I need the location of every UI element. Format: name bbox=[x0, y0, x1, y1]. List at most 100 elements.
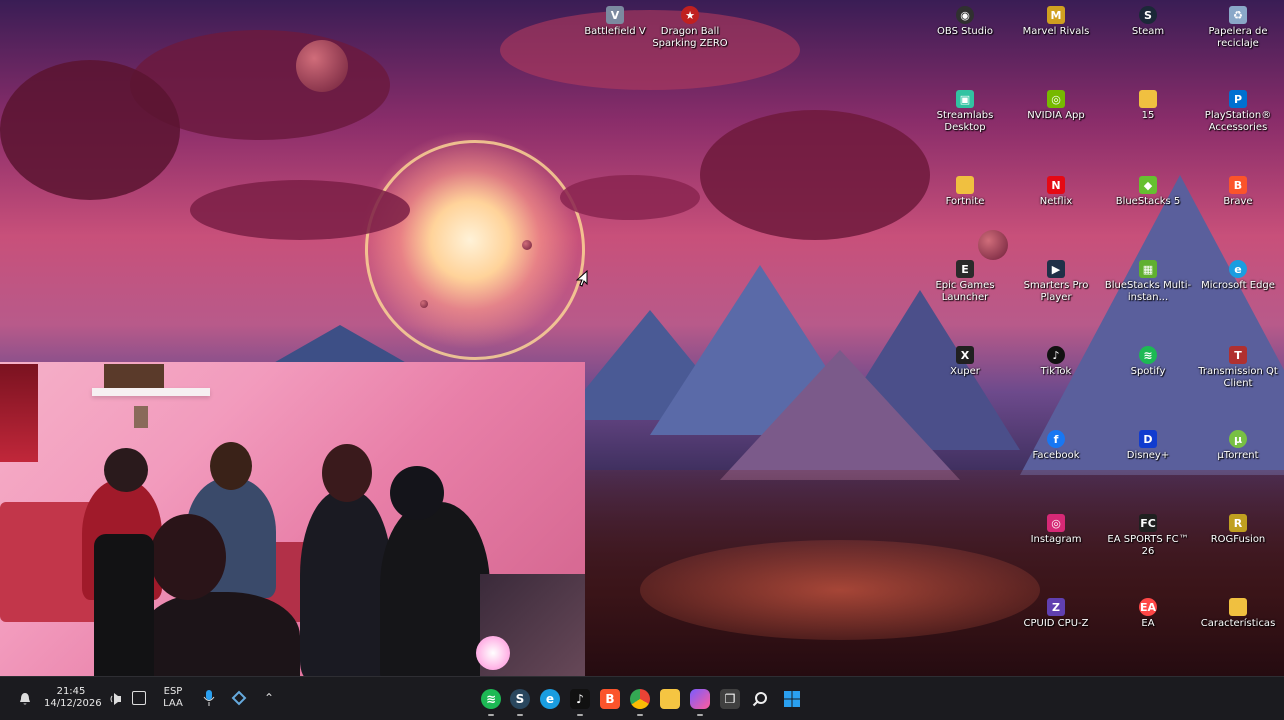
folder-icon bbox=[1229, 598, 1247, 616]
desktop-icon-label: Streamlabs Desktop bbox=[936, 110, 994, 133]
desktop-icon-facebook[interactable]: f Facebook bbox=[1012, 430, 1100, 462]
clock-date: 14/12/2026 bbox=[44, 698, 102, 709]
webcam-person-head bbox=[390, 466, 444, 520]
webcam-overlay bbox=[0, 362, 585, 690]
taskbar-spotify-icon[interactable]: ≋ bbox=[481, 689, 501, 709]
folder-icon bbox=[956, 176, 974, 194]
desktop-icon-edge[interactable]: e Microsoft Edge bbox=[1194, 260, 1282, 292]
desktop-icon-rogfusion[interactable]: R ROGFusion bbox=[1194, 514, 1282, 546]
desktop-icon-marvel-rivals[interactable]: M Marvel Rivals bbox=[1012, 6, 1100, 38]
desktop-icon-disney[interactable]: D Disney+ bbox=[1104, 430, 1192, 462]
taskbar-chrome-icon[interactable] bbox=[630, 689, 650, 709]
wallpaper-cloud bbox=[190, 180, 410, 240]
running-indicator bbox=[577, 714, 583, 716]
taskbar-steam-icon[interactable]: S bbox=[510, 689, 530, 709]
desktop-icon-label: TikTok bbox=[1040, 366, 1072, 377]
wallpaper-city-glow bbox=[640, 540, 1040, 640]
rog-icon: R bbox=[1229, 514, 1247, 532]
chevron-up-icon[interactable]: ⌃ bbox=[262, 691, 276, 705]
taskbar-task-view-icon[interactable]: ❐ bbox=[720, 689, 740, 709]
microphone-icon[interactable] bbox=[202, 689, 216, 707]
taskbar-windows-start-icon[interactable] bbox=[782, 689, 802, 709]
desktop-icon-label: EA bbox=[1141, 618, 1155, 629]
desktop-icon-cpuz[interactable]: Z CPUID CPU-Z bbox=[1012, 598, 1100, 630]
desktop-icon-tiktok[interactable]: ♪ TikTok bbox=[1012, 346, 1100, 378]
running-indicator bbox=[637, 714, 643, 716]
taskbar-copilot-icon[interactable] bbox=[690, 689, 710, 709]
webcam-person-head bbox=[322, 444, 372, 502]
notification-bell-icon[interactable] bbox=[18, 691, 32, 705]
bluestacks-multi-icon: ▦ bbox=[1139, 260, 1157, 278]
running-indicator bbox=[517, 714, 523, 716]
wallpaper-cloud bbox=[560, 175, 700, 220]
desktop-icon-caracteristicas[interactable]: Características bbox=[1194, 598, 1282, 630]
taskbar-tiktok-icon[interactable]: ♪ bbox=[570, 689, 590, 709]
desktop-icon-label: Fortnite bbox=[945, 196, 985, 207]
desktop-icon-steam[interactable]: S Steam bbox=[1104, 6, 1192, 38]
desktop-icon-label: Disney+ bbox=[1126, 450, 1170, 461]
transmission-icon: T bbox=[1229, 346, 1247, 364]
wallpaper-cloud bbox=[700, 110, 930, 240]
desktop-icon-xuper[interactable]: X Xuper bbox=[921, 346, 1009, 378]
desktop-icon-transmission[interactable]: T Transmission Qt Client bbox=[1194, 346, 1282, 390]
system-clock[interactable]: 21:45 14/12/2026 bbox=[44, 686, 102, 710]
webcam-person-head bbox=[104, 448, 148, 492]
desktop-icon-obs[interactable]: ◉ OBS Studio bbox=[921, 6, 1009, 38]
desktop-icon-bluestacks[interactable]: ◆ BlueStacks 5 bbox=[1104, 176, 1192, 208]
desktop-icon-utorrent[interactable]: µ µTorrent bbox=[1194, 430, 1282, 462]
wallpaper-planet bbox=[978, 230, 1008, 260]
webcam-person bbox=[380, 502, 490, 690]
desktop-icon-label: Xuper bbox=[950, 366, 980, 377]
desktop-icon-dragon-ball[interactable]: ★ Dragon Ball Sparking ZERO bbox=[646, 6, 734, 50]
folder-icon bbox=[1139, 90, 1157, 108]
desktop-icon-brave[interactable]: B Brave bbox=[1194, 176, 1282, 208]
desktop-icon-ea-fc[interactable]: FC EA SPORTS FC™ 26 bbox=[1104, 514, 1192, 558]
wallpaper-planet bbox=[420, 300, 428, 308]
taskbar-file-explorer-icon[interactable] bbox=[660, 689, 680, 709]
desktop-icon-label: Facebook bbox=[1032, 450, 1080, 461]
desktop-icon-label: Microsoft Edge bbox=[1201, 280, 1275, 291]
network-icon[interactable] bbox=[132, 691, 146, 705]
taskbar-brave-icon[interactable]: B bbox=[600, 689, 620, 709]
webcam-lamp bbox=[476, 636, 510, 670]
desktop-icon-netflix[interactable]: N Netflix bbox=[1012, 176, 1100, 208]
desktop-icon-fortnite[interactable]: Fortnite bbox=[921, 176, 1009, 208]
desktop-icon-label: Características bbox=[1200, 618, 1276, 629]
desktop-icon-label: Spotify bbox=[1130, 366, 1166, 377]
utorrent-icon: µ bbox=[1229, 430, 1247, 448]
desktop-icon-label: NVIDIA App bbox=[1027, 110, 1085, 121]
desktop-icon-label: ROGFusion bbox=[1210, 534, 1266, 545]
desktop-icon-instagram[interactable]: ◎ Instagram bbox=[1012, 514, 1100, 546]
epic-games-icon: E bbox=[956, 260, 974, 278]
taskbar-edge-icon[interactable]: e bbox=[540, 689, 560, 709]
desktop-icon-smarters[interactable]: ▶ Smarters Pro Player bbox=[1012, 260, 1100, 304]
desktop-icon-label: BlueStacks Multi-instan... bbox=[1104, 280, 1192, 303]
mouse-cursor-icon bbox=[576, 270, 588, 287]
taskbar: 21:45 14/12/2026 ESP LAA ⌃ ≋ S e ♪ B ❐ bbox=[0, 676, 1284, 720]
wallpaper-cloud bbox=[0, 60, 180, 200]
recycle-bin-icon: ♻ bbox=[1229, 6, 1247, 24]
desktop-icon-epic-games[interactable]: E Epic Games Launcher bbox=[921, 260, 1009, 304]
desktop-icon-recycle-bin[interactable]: ♻ Papelera de reciclaje bbox=[1194, 6, 1282, 50]
clock-time: 21:45 bbox=[56, 686, 86, 697]
desktop-icon-nvidia[interactable]: ◎ NVIDIA App bbox=[1012, 90, 1100, 122]
desktop-icon-label: Steam bbox=[1131, 26, 1165, 37]
desktop-icon-ea[interactable]: EA EA bbox=[1104, 598, 1192, 630]
desktop-icon-spotify[interactable]: ≋ Spotify bbox=[1104, 346, 1192, 378]
tiktok-icon: ♪ bbox=[1047, 346, 1065, 364]
bluestacks-icon: ◆ bbox=[1139, 176, 1157, 194]
obs-icon: ◉ bbox=[956, 6, 974, 24]
desktop-icon-playstation[interactable]: P PlayStation® Accessories bbox=[1194, 90, 1282, 134]
taskbar-search-icon[interactable] bbox=[750, 689, 770, 709]
desktop-icon-streamlabs[interactable]: ▣ Streamlabs Desktop bbox=[921, 90, 1009, 134]
xuper-icon: X bbox=[956, 346, 974, 364]
webcam-person-head bbox=[150, 514, 226, 600]
copilot-tray-icon[interactable] bbox=[230, 689, 248, 707]
desktop-icon-bluestacks-multi[interactable]: ▦ BlueStacks Multi-instan... bbox=[1104, 260, 1192, 304]
desktop-icon-folder-15[interactable]: 15 bbox=[1104, 90, 1192, 122]
volume-icon[interactable] bbox=[108, 691, 124, 705]
webcam-shelf-items bbox=[104, 364, 164, 388]
language-indicator[interactable]: ESP LAA bbox=[156, 686, 190, 710]
desktop-icon-label: Dragon Ball Sparking ZERO bbox=[652, 26, 728, 49]
desktop-icon-label: Instagram bbox=[1030, 534, 1082, 545]
